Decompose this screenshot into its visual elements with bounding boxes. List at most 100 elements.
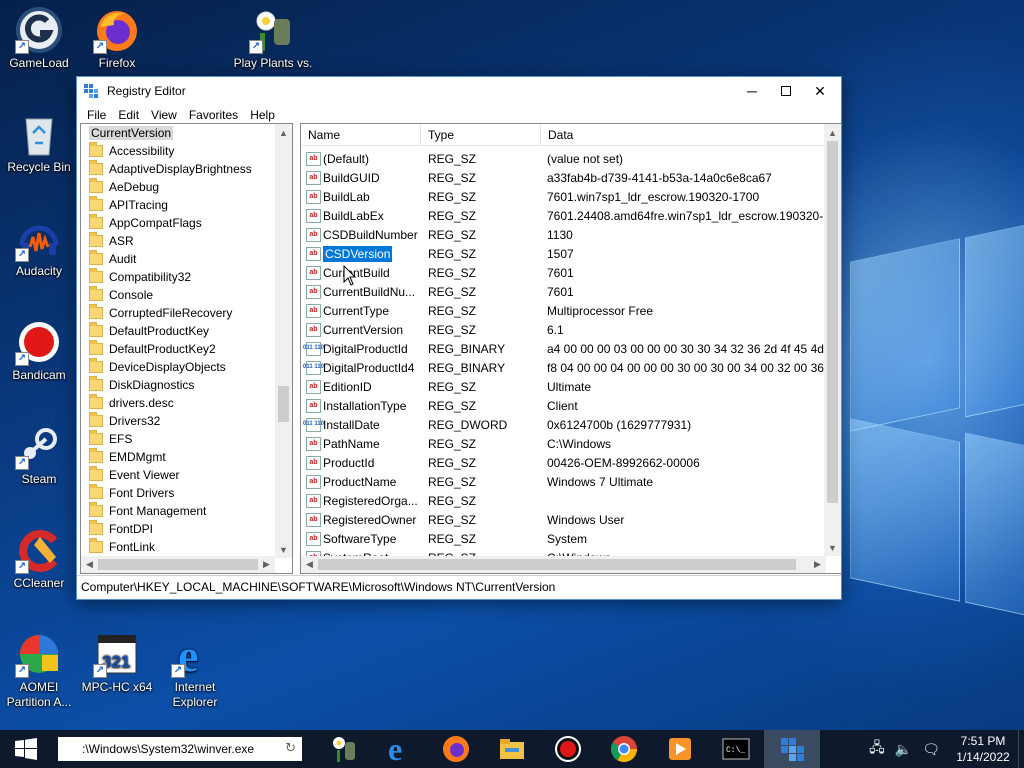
column-header-name[interactable]: Name bbox=[301, 124, 421, 146]
desktop-icon-aomei[interactable]: ↗ AOMEI Partition A... bbox=[0, 630, 79, 710]
registry-value-row[interactable]: ab BuildGUID REG_SZ a33fab4b-d739-4141-b53a… bbox=[301, 168, 826, 187]
tree-item[interactable]: EFS bbox=[89, 430, 132, 448]
registry-value-row[interactable]: ab RegisteredOwner REG_SZ Windows User bbox=[301, 510, 826, 529]
refresh-icon[interactable]: ↻ bbox=[285, 740, 296, 756]
desktop-icon-plants-vs-zombies[interactable]: ↗ Play Plants vs. bbox=[233, 6, 313, 71]
minimize-button[interactable]: ─ bbox=[735, 77, 769, 105]
scroll-right-arrow-icon[interactable]: ▶ bbox=[809, 556, 826, 573]
column-header-type[interactable]: Type bbox=[421, 124, 541, 146]
desktop-icon-steam[interactable]: ↗ Steam bbox=[0, 422, 79, 487]
clock[interactable]: 7:51 PM 1/14/2022 bbox=[948, 733, 1018, 765]
registry-value-row[interactable]: ab ProductName REG_SZ Windows 7 Ultimate bbox=[301, 472, 826, 491]
desktop-icon-audacity[interactable]: ↗ Audacity bbox=[0, 214, 79, 279]
scroll-up-arrow-icon[interactable]: ▲ bbox=[824, 124, 841, 141]
registry-value-row[interactable]: 011 110 InstallDate REG_DWORD 0x6124700b (1… bbox=[301, 415, 826, 434]
tree-item[interactable]: Font Management bbox=[89, 502, 206, 520]
taskbar-bandicam[interactable] bbox=[540, 730, 596, 768]
registry-value-row[interactable]: 011 110 DigitalProductId REG_BINARY a4 00 0… bbox=[301, 339, 826, 358]
registry-value-row[interactable]: ab EditionID REG_SZ Ultimate bbox=[301, 377, 826, 396]
tree-item[interactable]: Font Drivers bbox=[89, 484, 174, 502]
tree-item[interactable]: DefaultProductKey2 bbox=[89, 340, 216, 358]
tree-item[interactable]: Audit bbox=[89, 250, 136, 268]
scroll-up-arrow-icon[interactable]: ▲ bbox=[275, 124, 292, 141]
taskbar-plants-vs-zombies[interactable] bbox=[316, 730, 372, 768]
tree-item[interactable]: CorruptedFileRecovery bbox=[89, 304, 232, 322]
notification-icon[interactable]: 🗨 bbox=[922, 741, 940, 758]
taskbar-media-player[interactable] bbox=[652, 730, 708, 768]
tree-item[interactable]: DiskDiagnostics bbox=[89, 376, 194, 394]
run-box[interactable]: ↻ bbox=[58, 737, 302, 761]
show-desktop-button[interactable] bbox=[1018, 730, 1024, 768]
network-icon[interactable]: 🖧 bbox=[869, 737, 885, 761]
scroll-right-arrow-icon[interactable]: ▶ bbox=[258, 556, 275, 573]
scroll-thumb[interactable] bbox=[98, 559, 258, 570]
registry-value-row[interactable]: 011 110 DigitalProductId4 REG_BINARY f8 04 … bbox=[301, 358, 826, 377]
scroll-left-arrow-icon[interactable]: ◀ bbox=[301, 556, 318, 573]
maximize-button[interactable] bbox=[769, 77, 803, 105]
registry-value-row[interactable]: ab CSDVersion REG_SZ 1507 bbox=[301, 244, 826, 263]
run-input[interactable] bbox=[82, 742, 272, 756]
taskbar-chrome[interactable] bbox=[596, 730, 652, 768]
list-horizontal-scrollbar[interactable]: ◀ ▶ bbox=[301, 556, 826, 573]
menu-favorites[interactable]: Favorites bbox=[183, 108, 244, 122]
taskbar-command-prompt[interactable]: C:\_ bbox=[708, 730, 764, 768]
tree-item[interactable]: AdaptiveDisplayBrightness bbox=[89, 160, 252, 178]
tree-vertical-scrollbar[interactable]: ▲ ▼ bbox=[275, 124, 292, 558]
registry-value-row[interactable]: ab RegisteredOrga... REG_SZ bbox=[301, 491, 826, 510]
tree-item[interactable]: DeviceDisplayObjects bbox=[89, 358, 226, 376]
scroll-down-arrow-icon[interactable]: ▼ bbox=[824, 539, 841, 556]
tree-item[interactable]: EMDMgmt bbox=[89, 448, 166, 466]
tree-horizontal-scrollbar[interactable]: ◀ ▶ bbox=[81, 556, 275, 573]
registry-tree[interactable]: CurrentVersion Accessibility AdaptiveDisp… bbox=[80, 123, 293, 574]
menu-edit[interactable]: Edit bbox=[112, 108, 145, 122]
desktop-icon-gameload[interactable]: ↗ GameLoad bbox=[0, 6, 79, 71]
scroll-thumb[interactable] bbox=[318, 559, 796, 570]
registry-value-row[interactable]: ab CurrentBuild REG_SZ 7601 bbox=[301, 263, 826, 282]
scroll-thumb[interactable] bbox=[278, 386, 289, 422]
registry-value-row[interactable]: ab ProductId REG_SZ 00426-OEM-8992662-00006 bbox=[301, 453, 826, 472]
desktop-icon-bandicam[interactable]: ↗ Bandicam bbox=[0, 318, 79, 383]
registry-value-row[interactable]: ab InstallationType REG_SZ Client bbox=[301, 396, 826, 415]
start-button[interactable] bbox=[0, 730, 52, 768]
tree-item[interactable]: AppCompatFlags bbox=[89, 214, 202, 232]
registry-value-row[interactable]: ab CurrentType REG_SZ Multiprocessor Free bbox=[301, 301, 826, 320]
registry-value-row[interactable]: ab SoftwareType REG_SZ System bbox=[301, 529, 826, 548]
registry-value-row[interactable]: ab BuildLab REG_SZ 7601.win7sp1_ldr_escrow.… bbox=[301, 187, 826, 206]
tree-item[interactable]: Compatibility32 bbox=[89, 268, 191, 286]
menu-view[interactable]: View bbox=[145, 108, 183, 122]
tree-item[interactable]: APITracing bbox=[89, 196, 168, 214]
scroll-thumb[interactable] bbox=[827, 141, 838, 503]
tree-item-currentversion[interactable]: CurrentVersion bbox=[89, 124, 174, 142]
taskbar-firefox[interactable] bbox=[428, 730, 484, 768]
menu-help[interactable]: Help bbox=[244, 108, 281, 122]
desktop-icon-ccleaner[interactable]: ↗ CCleaner bbox=[0, 526, 79, 591]
registry-value-row[interactable]: ab PathName REG_SZ C:\Windows bbox=[301, 434, 826, 453]
title-bar[interactable]: Registry Editor ─ ✕ bbox=[77, 77, 841, 105]
tree-item[interactable]: Console bbox=[89, 286, 153, 304]
tree-item[interactable]: Accessibility bbox=[89, 142, 174, 160]
registry-values-list[interactable]: Name Type Data ab (Default) REG_SZ (value n… bbox=[300, 123, 842, 574]
registry-value-row[interactable]: ab (Default) REG_SZ (value not set) bbox=[301, 149, 826, 168]
volume-icon[interactable]: 🔈 bbox=[895, 741, 912, 758]
column-header-data[interactable]: Data bbox=[541, 124, 826, 146]
desktop-icon-firefox[interactable]: ↗ Firefox bbox=[77, 6, 157, 71]
registry-value-row[interactable]: ab CSDBuildNumber REG_SZ 1130 bbox=[301, 225, 826, 244]
taskbar-edge[interactable]: e bbox=[372, 730, 428, 768]
menu-file[interactable]: File bbox=[81, 108, 112, 122]
tree-item[interactable]: DefaultProductKey bbox=[89, 322, 209, 340]
tree-item[interactable]: Drivers32 bbox=[89, 412, 160, 430]
tree-item[interactable]: ASR bbox=[89, 232, 134, 250]
desktop-icon-mpc-hc[interactable]: 321 ↗ MPC-HC x64 bbox=[77, 630, 157, 695]
tree-item[interactable]: FontDPI bbox=[89, 520, 153, 538]
close-button[interactable]: ✕ bbox=[803, 77, 837, 105]
tree-item[interactable]: FontLink bbox=[89, 538, 155, 556]
tree-item[interactable]: AeDebug bbox=[89, 178, 159, 196]
desktop-icon-recycle-bin[interactable]: Recycle Bin bbox=[0, 110, 79, 175]
desktop-icon-internet-explorer[interactable]: e ↗ Internet Explorer bbox=[155, 630, 235, 710]
registry-value-row[interactable]: ab CurrentVersion REG_SZ 6.1 bbox=[301, 320, 826, 339]
scroll-left-arrow-icon[interactable]: ◀ bbox=[81, 556, 98, 573]
tree-item[interactable]: drivers.desc bbox=[89, 394, 174, 412]
scroll-down-arrow-icon[interactable]: ▼ bbox=[275, 541, 292, 558]
tree-item[interactable]: Event Viewer bbox=[89, 466, 179, 484]
registry-value-row[interactable]: ab CurrentBuildNu... REG_SZ 7601 bbox=[301, 282, 826, 301]
